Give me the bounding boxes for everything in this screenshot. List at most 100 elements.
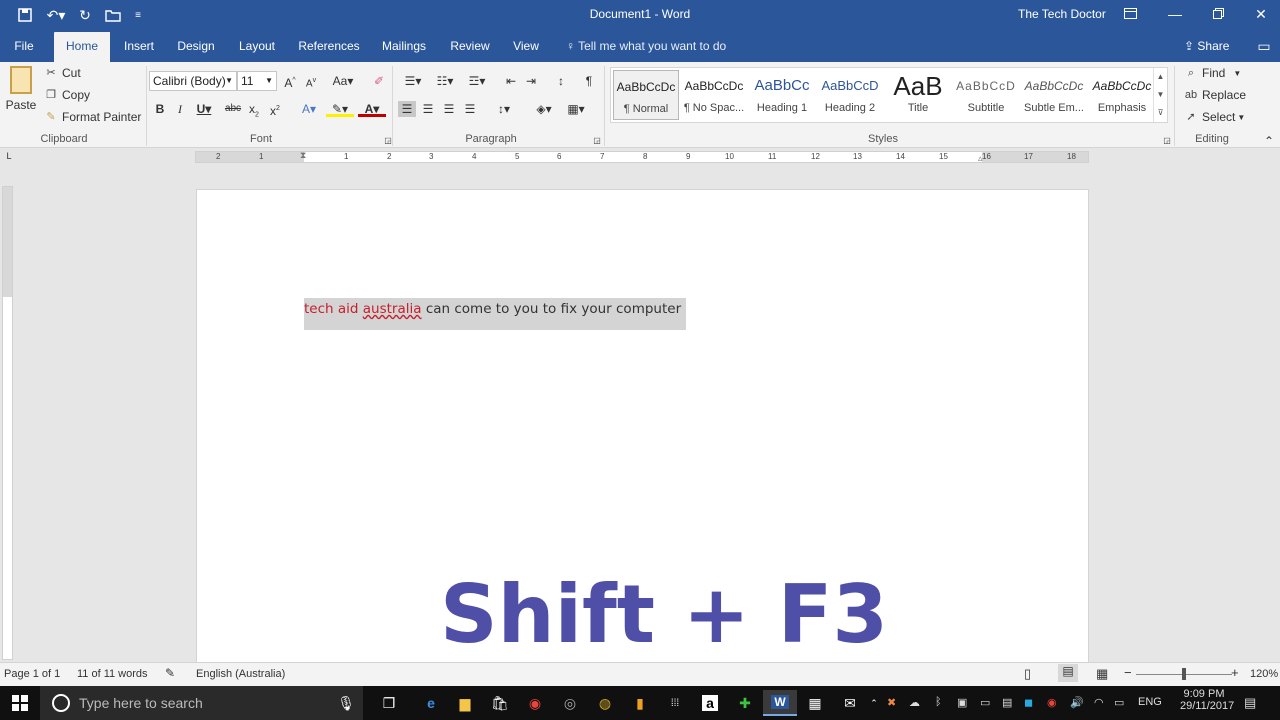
clock[interactable]: 9:09 PM 29/11/2017 [1180,688,1234,712]
borders-icon[interactable]: ▦▾ [562,101,590,117]
undo-icon[interactable]: ↶▾ [42,4,70,26]
more-styles-icon[interactable]: ⊽ [1154,104,1167,122]
select-button[interactable]: ➚ Select ▼ [1184,110,1245,124]
windows-start-icon[interactable] [3,690,37,716]
style-heading-1[interactable]: AaBbCc Heading 1 [749,70,815,120]
clear-formatting-icon[interactable]: ✐ [370,73,388,89]
file-explorer-icon[interactable]: ▆ [448,690,482,716]
highlight-icon[interactable]: ✎▾ [326,101,354,117]
multilevel-list-icon[interactable]: ☲▾ [462,73,492,89]
task-view-icon[interactable]: ❐ [372,690,406,716]
bold-icon[interactable]: B [151,101,169,117]
tab-selector[interactable]: L [3,151,15,163]
scroll-down-icon[interactable]: ▼ [1154,86,1167,104]
right-indent-marker-icon[interactable]: ▵ [978,153,983,164]
bluetooth-icon[interactable]: ᛒ [935,696,942,708]
word-taskbar-icon[interactable]: W [763,690,797,716]
proofing-icon[interactable]: ✎ [165,666,175,680]
change-case-icon[interactable]: Aa▾ [330,73,356,89]
justify-icon[interactable]: ☰ [461,101,479,117]
tab-references[interactable]: References [294,30,364,62]
battery-icon[interactable]: ▭ [1114,696,1124,709]
app-icon[interactable]: ✉ [833,690,867,716]
tab-view[interactable]: View [506,30,546,62]
onedrive-icon[interactable]: ☁ [909,696,920,709]
tab-layout[interactable]: Layout [232,30,282,62]
collapse-ribbon-icon[interactable]: ⌃ [1260,133,1278,149]
read-mode-icon[interactable]: ▯ [1024,666,1031,682]
tell-me-search[interactable]: ♀ Tell me what you want to do [566,30,726,62]
italic-icon[interactable]: I [171,101,189,117]
font-name-combo[interactable]: Calibri (Body) ▼ [149,71,237,91]
copy-button[interactable]: ❐ Copy [44,88,90,102]
decrease-indent-icon[interactable]: ⇤ [502,73,520,89]
ribbon-display-options-icon[interactable] [1110,3,1150,25]
zoom-level[interactable]: 120% [1250,668,1278,680]
chrome-icon[interactable]: ◉ [518,690,552,716]
tab-home[interactable]: Home [54,32,110,62]
vertical-ruler[interactable] [2,186,13,660]
app-icon[interactable]: ▮ [623,690,657,716]
horizontal-ruler[interactable]: 2 1 1 2 3 4 5 6 7 8 9 10 11 12 13 14 15 … [195,150,1089,164]
save-icon[interactable] [14,4,36,26]
styles-scroll[interactable]: ▲ ▼ ⊽ [1153,68,1167,122]
cut-button[interactable]: ✂ Cut [44,66,80,80]
superscript-icon[interactable]: x2 [266,101,284,118]
tab-insert[interactable]: Insert [116,30,162,62]
align-right-icon[interactable]: ☰ [440,101,458,117]
close-icon[interactable]: ✕ [1241,3,1280,25]
amazon-icon[interactable]: a [693,690,727,716]
align-left-icon[interactable]: ☰ [398,101,416,117]
print-layout-icon[interactable]: ▤ [1058,664,1078,682]
increase-indent-icon[interactable]: ⇥ [522,73,540,89]
text-effects-icon[interactable]: A▾ [296,101,322,117]
indent-marker-icon[interactable]: ⧗ [300,150,306,161]
restore-icon[interactable] [1198,3,1238,25]
style-heading-2[interactable]: AaBbCcD Heading 2 [817,70,883,120]
paste-button[interactable]: Paste [6,66,36,120]
format-painter-button[interactable]: ✎ Format Painter [44,110,141,124]
style-subtitle[interactable]: AaBbCcD Subtitle [953,70,1019,120]
tab-design[interactable]: Design [170,30,222,62]
shrink-font-icon[interactable]: Av [302,73,320,89]
style-emphasis[interactable]: AaBbCcDc Emphasis [1089,70,1155,120]
tray-chrome-icon[interactable]: ◉ [1047,696,1057,709]
bullets-icon[interactable]: ☰▾ [398,73,428,89]
tray-app-icon[interactable]: ▣ [957,696,967,709]
edge-icon[interactable]: e [414,690,448,716]
tab-review[interactable]: Review [444,30,496,62]
zoom-in-icon[interactable]: + [1231,665,1239,680]
redo-icon[interactable]: ↻ [74,4,96,26]
strikethrough-icon[interactable]: abc [224,101,242,117]
tray-app-icon[interactable]: ▭ [980,696,990,709]
volume-icon[interactable]: 🔊 [1070,696,1084,709]
wifi-icon[interactable]: ◠ [1094,696,1104,709]
document-paragraph[interactable]: tech aid australia can come to you to fi… [304,300,681,318]
style-subtle-emphasis[interactable]: AaBbCcDc Subtle Em... [1021,70,1087,120]
user-name[interactable]: The Tech Doctor [1018,7,1106,21]
font-size-combo[interactable]: 11 ▼ [237,71,277,91]
tray-app-icon[interactable]: ◼ [1024,696,1033,709]
input-language[interactable]: ENG [1138,696,1162,708]
style-normal[interactable]: AaBbCcDc ¶ Normal [613,70,679,120]
scroll-up-icon[interactable]: ▲ [1154,68,1167,86]
zoom-slider-thumb[interactable] [1182,668,1186,680]
share-button[interactable]: ⇪ Share [1184,30,1229,62]
calculator-icon[interactable]: ▦ [798,690,832,716]
action-center-icon[interactable]: ▤ [1244,695,1256,711]
tab-mailings[interactable]: Mailings [374,30,434,62]
subscript-icon[interactable]: x2 [245,101,263,118]
replace-button[interactable]: ab Replace [1184,88,1246,102]
line-spacing-icon[interactable]: ↕▾ [490,101,518,117]
customize-qat-icon[interactable]: ≡ [130,4,146,26]
app-icon[interactable]: ✚ [728,690,762,716]
shading-icon[interactable]: ◈▾ [530,101,558,117]
show-hidden-icons-icon[interactable]: ⌃ [866,690,882,716]
open-folder-icon[interactable] [102,4,124,26]
minimize-icon[interactable]: — [1155,3,1195,25]
taskbar-search[interactable]: Type here to search 🎙 [40,686,363,720]
style-no-spacing[interactable]: AaBbCcDc ¶ No Spac... [681,70,747,120]
store-icon[interactable]: 🛍 [483,690,517,716]
style-title[interactable]: AaB Title [885,70,951,120]
tab-file[interactable]: File [6,30,42,62]
